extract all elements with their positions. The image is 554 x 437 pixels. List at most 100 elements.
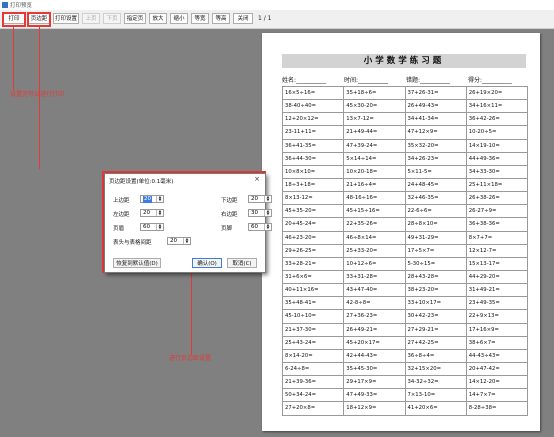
problem-cell: 20+47-42= <box>465 361 529 377</box>
problem-cell: 18÷3+18= <box>281 177 345 193</box>
problem-cell: 10-20÷5= <box>465 125 529 140</box>
table-row: 36+44-30= 5×14÷14= 34+26-23= 44+49-36= <box>281 151 529 166</box>
problem-cell: 34-32÷32= <box>404 375 467 390</box>
table-row: 31+6×6= 33+31-28= 28+43-28= 44+29-20= <box>281 269 529 285</box>
table-row: 8×13-12= 48-16÷16= 32+46-35= 26+38-26= <box>281 191 529 206</box>
page-title: 小学数学练习题 <box>282 54 526 68</box>
prev-page-button[interactable]: 上页 <box>82 13 100 24</box>
problem-cell: 17+16×9= <box>465 322 529 337</box>
page-counter: 1 / 1 <box>258 15 272 22</box>
spinner-icon[interactable]: ▲ ▼ <box>264 223 271 230</box>
problem-cell: 22-6÷6= <box>404 204 467 219</box>
bottom-margin-input[interactable]: 20 ▲ ▼ <box>248 195 272 203</box>
problem-cell: 5×14÷14= <box>343 151 406 166</box>
table-row: 23-11+11= 21+49-44= 47+12×9= 10-20÷5= <box>281 125 529 140</box>
margin-dialog: 页边距设置(单位:0.1毫米) × 上边距 20 ▲ ▼ 下边距 20 ▲ ▼ 左边… <box>104 173 272 273</box>
problem-cell: 47+39-24= <box>343 138 406 153</box>
table-row: 45-10÷10= 27+36-23= 30+42-23= 22+9×13= <box>281 309 529 324</box>
spinner-icon[interactable]: ▲ ▼ <box>264 195 271 202</box>
problem-cell: 13×7-12= <box>343 112 406 127</box>
table-row: 29+26-25= 25+33-20= 17÷5×7= 12×12-7= <box>281 243 529 258</box>
problem-cell: 20+45-24= <box>281 217 345 232</box>
right-margin-input[interactable]: 30 ▲ ▼ <box>248 209 272 217</box>
print-settings-button[interactable]: 打印设置 <box>53 13 79 24</box>
table-row: 40+11×16= 43+47-40= 38+23-20= 31+49-21= <box>281 283 529 298</box>
close-icon[interactable]: × <box>254 175 260 183</box>
problem-cell: 35+48-41= <box>281 296 345 311</box>
problem-cell: 31+49-21= <box>465 283 529 298</box>
problem-cell: 40+11×16= <box>281 283 345 298</box>
left-margin-input[interactable]: 20 ▲ ▼ <box>140 209 164 217</box>
info-row: 姓名:__________ 时间:__________ 错题:_________… <box>282 72 526 86</box>
problem-cell: 36+41-35= <box>281 138 345 153</box>
problem-cell: 35+18÷6= <box>343 85 406 101</box>
problem-cell: 7×13-10= <box>404 388 467 403</box>
problem-cell: 46+23-20= <box>281 230 345 245</box>
fit-height-button[interactable]: 等高 <box>212 13 230 24</box>
problem-cell: 21+16÷4= <box>343 177 406 193</box>
problem-cell: 26+19×20= <box>465 85 529 101</box>
window-titlebar: 打印预览 <box>0 0 554 10</box>
problem-cell: 21+49-44= <box>343 125 406 140</box>
problem-cell: 34+41-34= <box>404 112 467 127</box>
problem-cell: 32+15×20= <box>404 361 467 377</box>
table-row: 8×14-20= 42+44-43= 36÷8÷4= 44-43÷43= <box>281 348 529 363</box>
problem-cell: 45-10÷10= <box>281 309 345 324</box>
problem-cell: 5×11-5= <box>404 164 467 179</box>
spinner-icon[interactable]: ▲ ▼ <box>156 195 163 202</box>
restore-defaults-button[interactable]: 恢复到默认值(D) <box>113 258 161 268</box>
problem-cell: 25+33-20= <box>343 243 406 258</box>
zoom-out-button[interactable]: 缩小 <box>170 13 188 24</box>
problem-cell: 6-24÷8= <box>281 361 345 377</box>
problem-cell: 33+28-21= <box>281 256 345 271</box>
problem-table: 16×5÷16= 35+18÷6= 37+26-31= 26+19×20= 38-40÷… <box>281 85 529 416</box>
table-row: 16×5÷16= 35+18÷6= 37+26-31= 26+19×20= <box>281 85 529 101</box>
header-input[interactable]: 60 ▲ ▼ <box>140 223 164 231</box>
problem-cell: 36+44-30= <box>281 151 345 166</box>
table-row: 38-40÷40= 45×30-20= 26+49-43= 34+16×11= <box>281 99 529 114</box>
top-margin-input[interactable]: 20 ▲ ▼ <box>140 195 164 203</box>
score-field: 得分:__________ <box>468 77 513 84</box>
footer-input[interactable]: 60 ▲ ▼ <box>248 223 272 231</box>
spinner-icon[interactable]: ▲ ▼ <box>156 209 163 216</box>
problem-cell: 34+26-23= <box>404 151 467 166</box>
dialog-arrow <box>191 273 192 355</box>
problem-cell: 38-40÷40= <box>281 99 345 114</box>
spinner-icon[interactable]: ▲ ▼ <box>264 209 271 216</box>
problem-cell: 44+29-20= <box>465 269 529 285</box>
problem-cell: 23+49-35= <box>465 296 529 311</box>
problem-cell: 44+49-36= <box>465 151 529 166</box>
problem-cell: 26+49-43= <box>404 99 467 114</box>
close-button[interactable]: 关闭 <box>233 13 253 24</box>
problem-cell: 25+11×18= <box>465 177 529 193</box>
header-table-gap-input[interactable]: 20 ▲ ▼ <box>167 237 191 245</box>
problem-cell: 29+17×9= <box>343 375 406 390</box>
goto-page-button[interactable]: 指定页 <box>124 13 146 24</box>
spinner-icon[interactable]: ▲ ▼ <box>183 237 190 244</box>
zoom-in-button[interactable]: 放大 <box>149 13 167 24</box>
next-page-button[interactable]: 下页 <box>103 13 121 24</box>
right-margin-label: 右边距 <box>221 212 238 218</box>
spinner-icon[interactable]: ▲ ▼ <box>156 223 163 230</box>
problem-cell: 8×14-20= <box>281 348 345 363</box>
toolbar: 打印 页边距 打印设置 上页 下页 指定页 放大 缩小 等宽 等高 关闭 1 /… <box>0 10 554 29</box>
preview-area[interactable]: 小学数学练习题 姓名:__________ 时间:__________ 错题:_… <box>0 29 554 437</box>
cancel-button[interactable]: 取消(C) <box>227 258 257 268</box>
fit-width-button[interactable]: 等宽 <box>191 13 209 24</box>
footer-label: 页脚 <box>221 226 233 232</box>
problem-cell: 14+7×7= <box>465 388 529 403</box>
problem-cell: 8×13-12= <box>281 191 345 206</box>
problem-cell: 33+31-28= <box>343 269 406 285</box>
table-row: 21+39-36= 29+17×9= 34-32÷32= 14×12-20= <box>281 375 529 390</box>
ok-button[interactable]: 确认(O) <box>192 258 222 268</box>
margins-arrow <box>39 27 40 169</box>
problem-cell: 38+6×7= <box>465 335 529 350</box>
table-row: 35+48-41= 42-8÷8= 33+10×17= 23+49-35= <box>281 296 529 311</box>
problem-cell: 46÷8×14= <box>343 230 406 245</box>
problem-cell: 27+20×8= <box>281 401 345 416</box>
problem-cell: 45+20×17= <box>343 335 406 350</box>
problem-cell: 21+39-36= <box>281 375 345 390</box>
problem-cell: 47+12×9= <box>404 125 467 140</box>
problem-cell: 48-16÷16= <box>343 191 406 206</box>
problem-cell: 31+6×6= <box>281 269 345 285</box>
